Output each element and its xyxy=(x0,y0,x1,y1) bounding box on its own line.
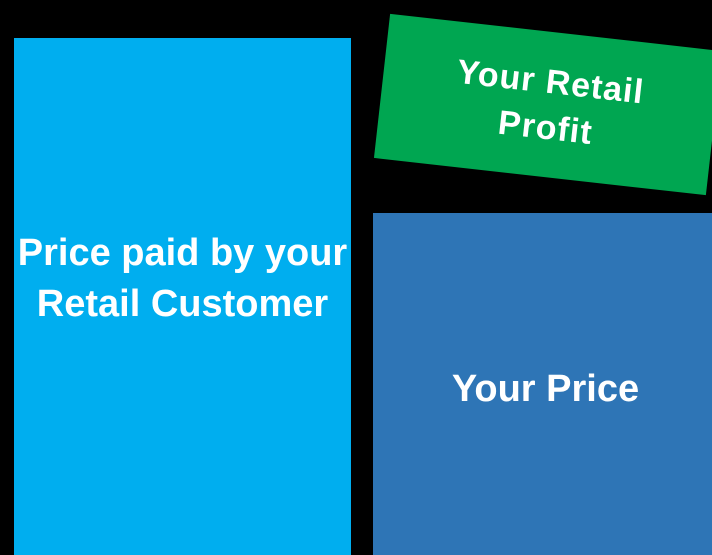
retail-customer-price-label: Price paid by your Retail Customer xyxy=(17,232,348,325)
retail-profit-block: Your Retail Profit xyxy=(373,13,712,196)
diagram-canvas: Price paid by your Retail Customer Your … xyxy=(0,0,712,555)
retail-customer-price-block: Price paid by your Retail Customer xyxy=(14,38,351,555)
your-price-block: Your Price xyxy=(373,213,712,555)
your-price-label: Your Price xyxy=(451,368,640,410)
retail-profit-label: Your Retail Profit xyxy=(455,52,647,152)
